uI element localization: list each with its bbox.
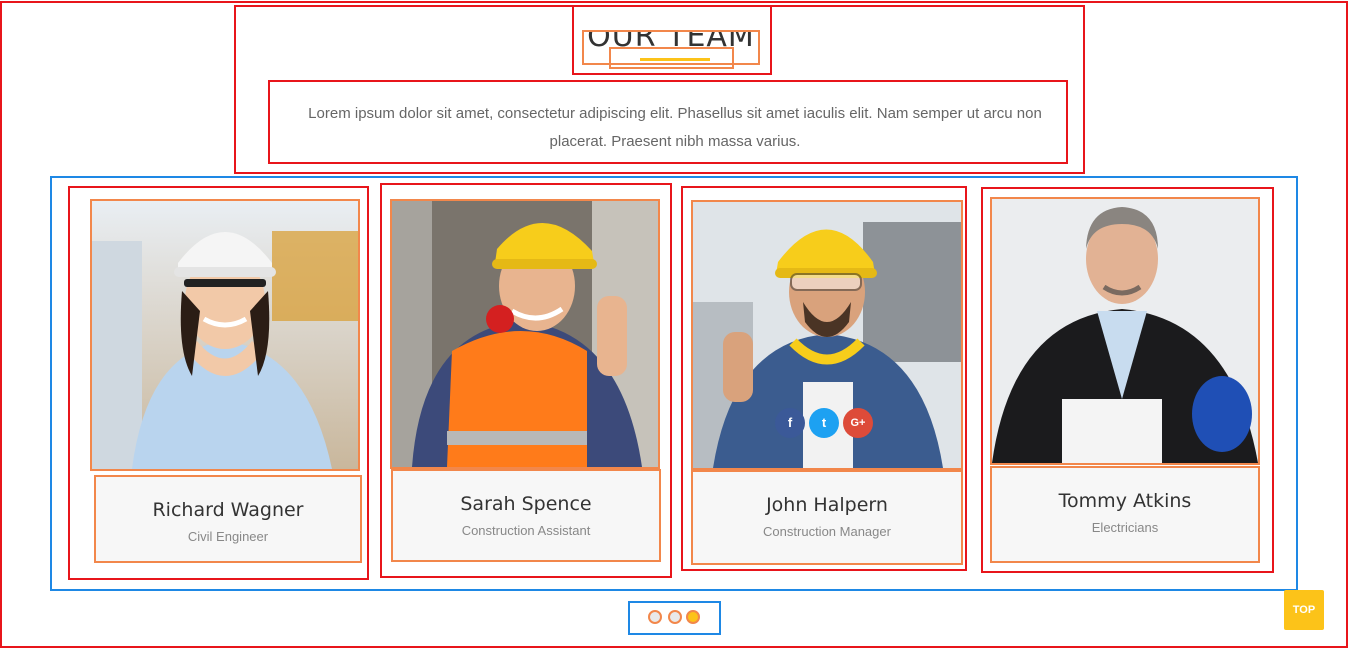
member-photo-sarah [390,199,660,469]
member-info-sarah: Sarah Spence Construction Assistant [391,469,661,562]
carousel-dot-2[interactable] [668,610,682,624]
facebook-icon[interactable]: f [775,408,805,438]
worker-photo-image [992,199,1258,463]
worker-photo-image [92,201,358,469]
twitter-icon[interactable]: t [809,408,839,438]
member-info-tommy: Tommy Atkins Electricians [990,466,1260,563]
member-name: Richard Wagner [152,499,304,521]
member-info-richard: Richard Wagner Civil Engineer [94,475,362,563]
member-name: Tommy Atkins [1058,490,1192,512]
carousel-dot-1[interactable] [648,610,662,624]
member-name: John Halpern [766,494,888,516]
worker-photo-image [392,201,658,467]
member-role: Construction Assistant [461,523,591,538]
carousel-dot-3-active[interactable] [686,610,700,624]
member-name: Sarah Spence [460,493,592,515]
member-role: Civil Engineer [187,529,269,544]
member-role: Construction Manager [763,524,891,539]
section-intro: Lorem ipsum dolor sit amet, consectetur … [308,105,1042,150]
title-divider [640,58,710,61]
google-plus-icon[interactable]: G+ [843,408,873,438]
member-role: Electricians [1091,520,1159,535]
member-photo-tommy [990,197,1260,465]
member-photo-richard [90,199,360,471]
member-info-john: John Halpern Construction Manager [691,470,963,565]
back-to-top-button[interactable]: TOP [1284,590,1324,630]
